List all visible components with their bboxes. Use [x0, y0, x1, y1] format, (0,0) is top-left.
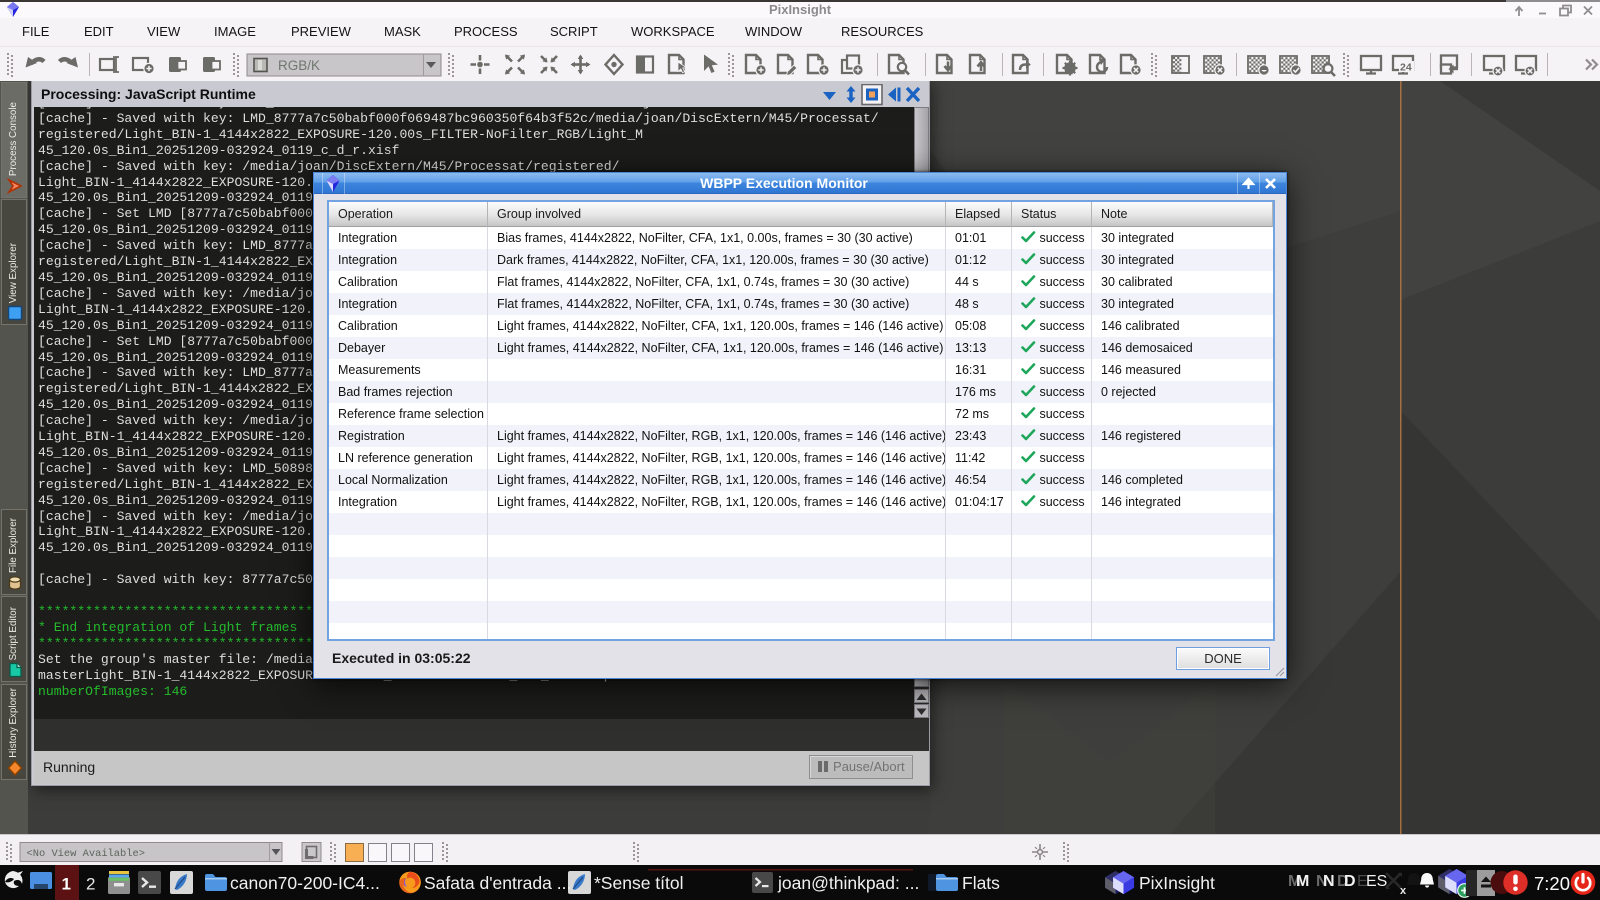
svg-text:x: x: [1400, 885, 1407, 897]
svg-text:24: 24: [1400, 62, 1412, 74]
svg-text:RGB/K: RGB/K: [278, 58, 320, 73]
svg-text:1: 1: [62, 875, 71, 894]
svg-text:2: 2: [86, 875, 95, 894]
svg-text:<No View Available>: <No View Available>: [27, 848, 145, 860]
